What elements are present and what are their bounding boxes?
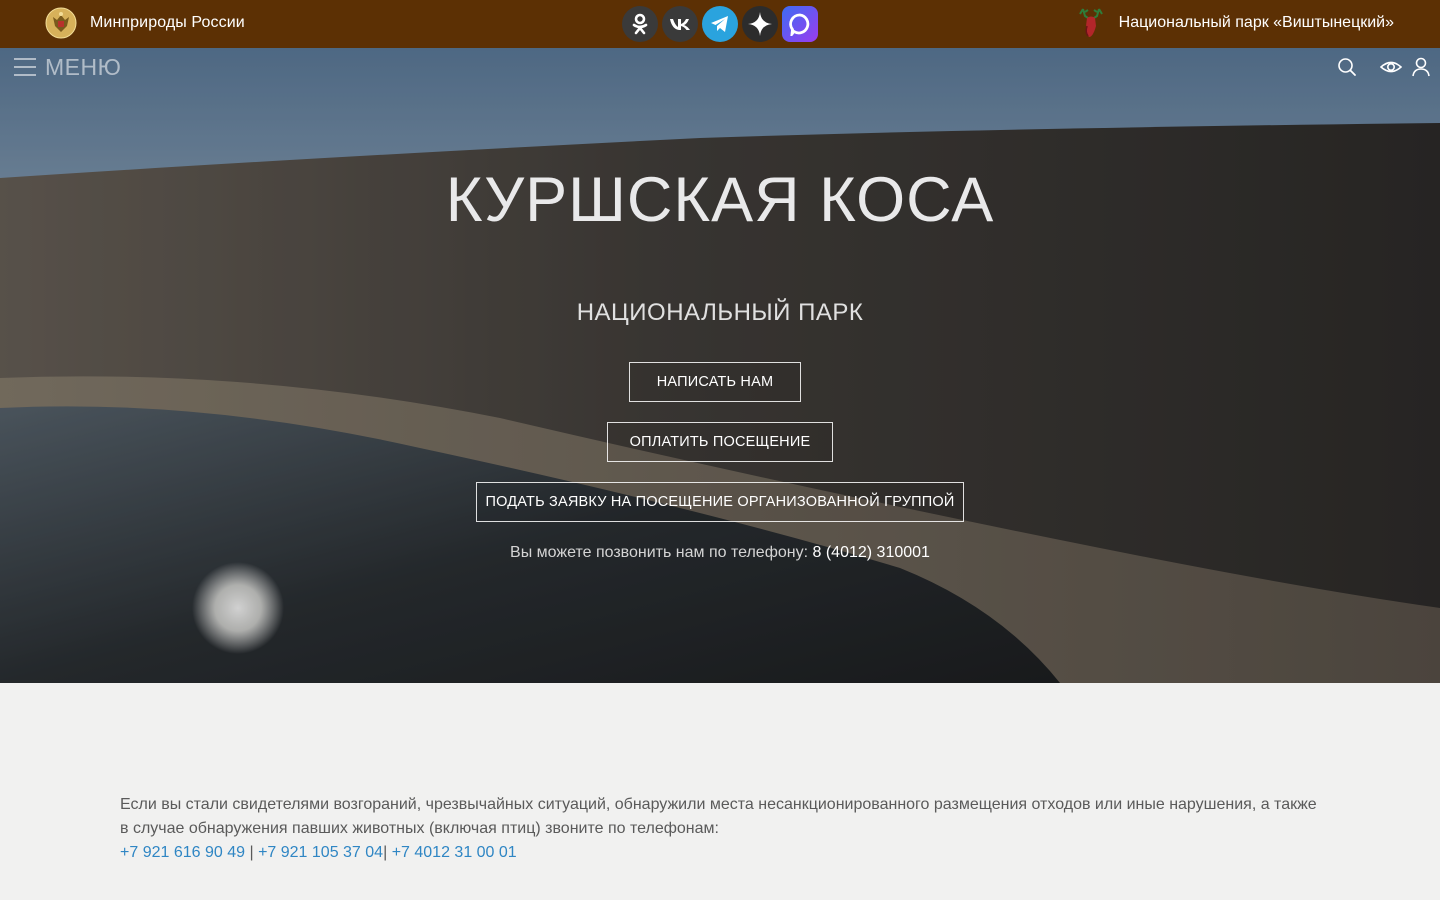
emergency-notice: Если вы стали свидетелями возгораний, чр…: [120, 793, 1320, 865]
emergency-phone-link[interactable]: +7 4012 31 00 01: [392, 844, 517, 861]
telegram-icon[interactable]: [702, 6, 738, 42]
park-label: Национальный парк «Виштынецкий»: [1118, 14, 1394, 31]
hero-subtitle: НАЦИОНАЛЬНЫЙ ПАРК: [576, 299, 864, 326]
menu-button[interactable]: МЕНЮ: [14, 54, 121, 80]
ministry-link[interactable]: Минприроды России: [44, 6, 245, 40]
user-icon[interactable]: [1411, 57, 1431, 82]
top-bar: Минприроды России Национальный парк «Виш…: [0, 0, 1440, 48]
write-to-us-button[interactable]: НАПИСАТЬ НАМ: [629, 362, 801, 402]
phone-separator: |: [383, 844, 392, 861]
ok-icon[interactable]: [622, 6, 658, 42]
max-messenger-icon[interactable]: [782, 6, 818, 42]
phone-number[interactable]: 8 (4012) 310001: [813, 544, 930, 561]
emergency-phone-link[interactable]: +7 921 616 90 49: [120, 844, 245, 861]
hero-title: КУРШСКАЯ КОСА: [445, 165, 995, 235]
vk-icon[interactable]: [662, 6, 698, 42]
pay-visit-button[interactable]: ОПЛАТИТЬ ПОСЕЩЕНИЕ: [607, 422, 833, 462]
phone-text: Вы можете позвонить нам по телефону:: [510, 544, 809, 561]
phone-line: Вы можете позвонить нам по телефону: 8 (…: [0, 544, 1440, 562]
search-icon[interactable]: [1337, 57, 1357, 82]
notice-text: Если вы стали свидетелями возгораний, чр…: [120, 796, 1317, 837]
phone-separator: |: [245, 844, 259, 861]
ministry-label: Минприроды России: [90, 14, 245, 31]
dzen-star-icon[interactable]: [742, 6, 778, 42]
menu-label: МЕНЮ: [45, 53, 122, 80]
social-links: [622, 6, 818, 42]
russian-emblem-icon: [44, 6, 78, 40]
group-visit-request-button[interactable]: ПОДАТЬ ЗАЯВКУ НА ПОСЕЩЕНИЕ ОРГАНИЗОВАННО…: [476, 482, 964, 522]
hamburger-icon: [14, 58, 36, 76]
vishtynets-park-link[interactable]: Национальный парк «Виштынецкий»: [1073, 6, 1394, 40]
deer-logo-icon: [1073, 6, 1109, 40]
visually-impaired-eye-icon[interactable]: [1379, 57, 1403, 82]
hero-banner: МЕНЮ КУРШСКАЯ КОСА НАЦИОНАЛЬНЫЙ ПАРК НАП…: [0, 48, 1440, 683]
emergency-phone-link[interactable]: +7 921 105 37 04: [258, 844, 383, 861]
